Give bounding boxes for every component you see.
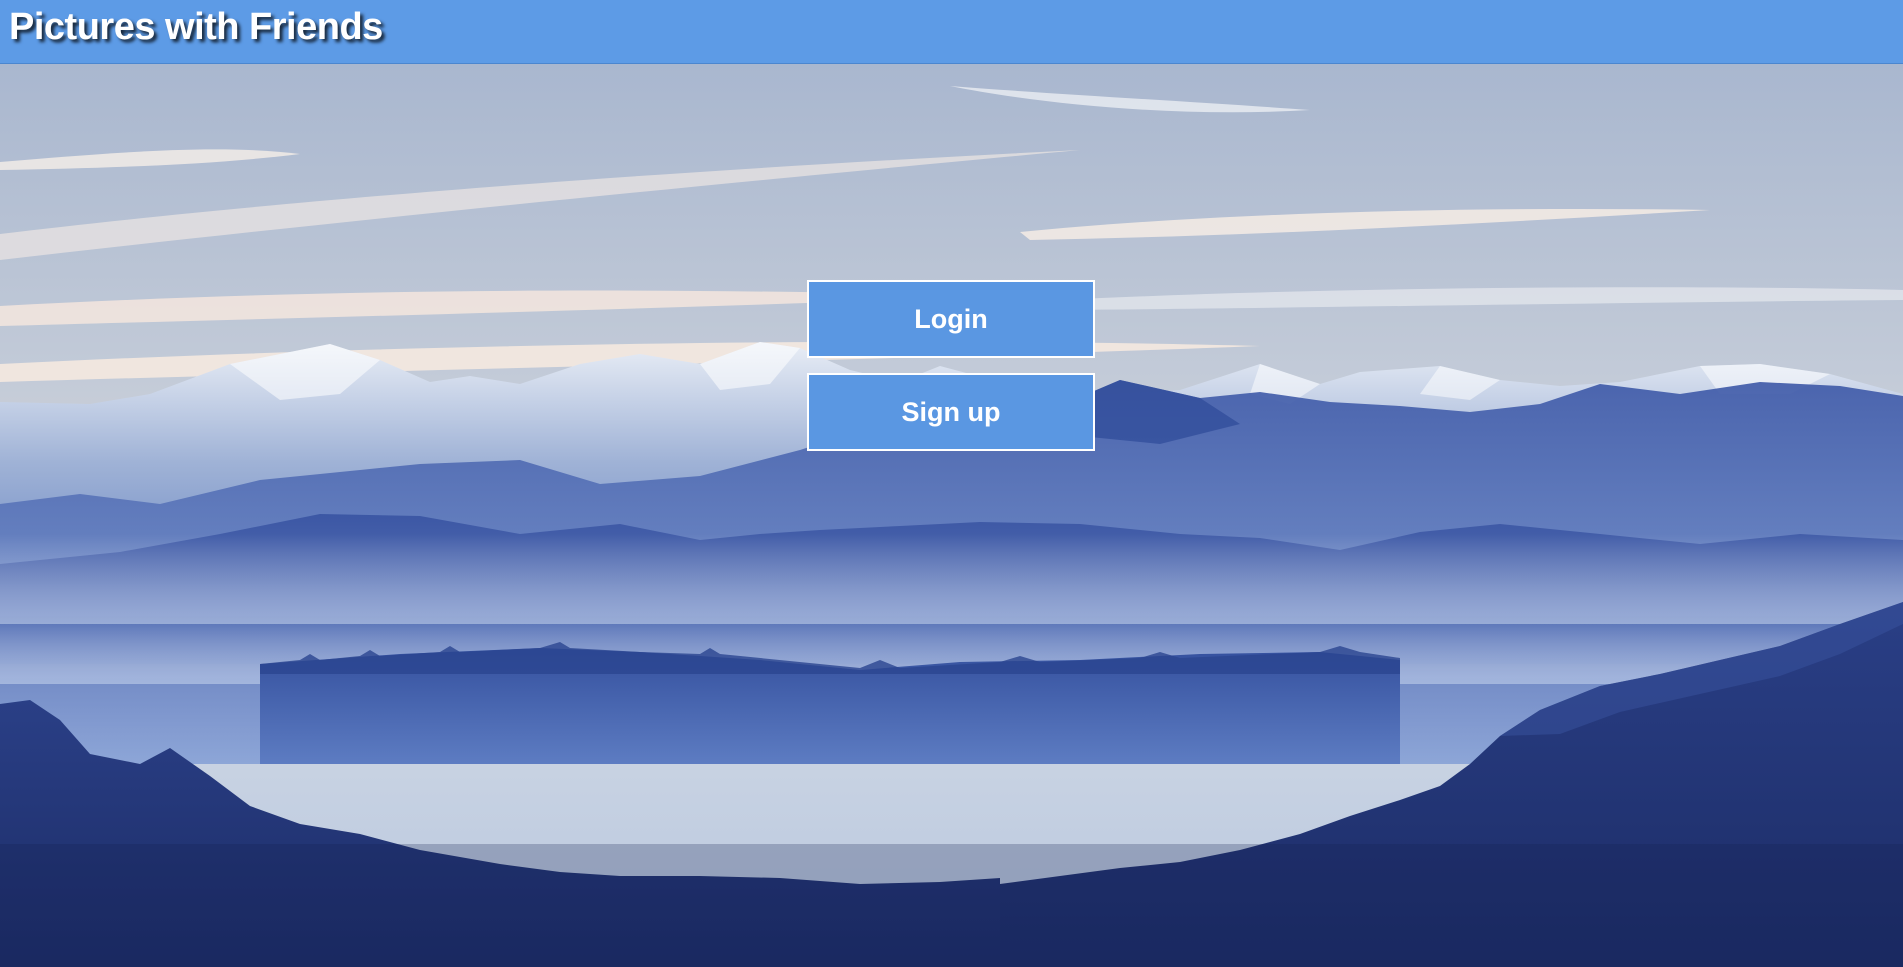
mountain-background-image	[0, 64, 1903, 967]
login-button[interactable]: Login	[807, 280, 1095, 358]
auth-panel: Login Sign up	[807, 280, 1095, 466]
app-title: Pictures with Friends	[9, 6, 383, 48]
mountain-landscape-illustration	[0, 64, 1903, 967]
app-header: Pictures with Friends	[0, 0, 1903, 64]
signup-button[interactable]: Sign up	[807, 373, 1095, 451]
app-root: Pictures with Friends Login Sign up	[0, 0, 1903, 967]
